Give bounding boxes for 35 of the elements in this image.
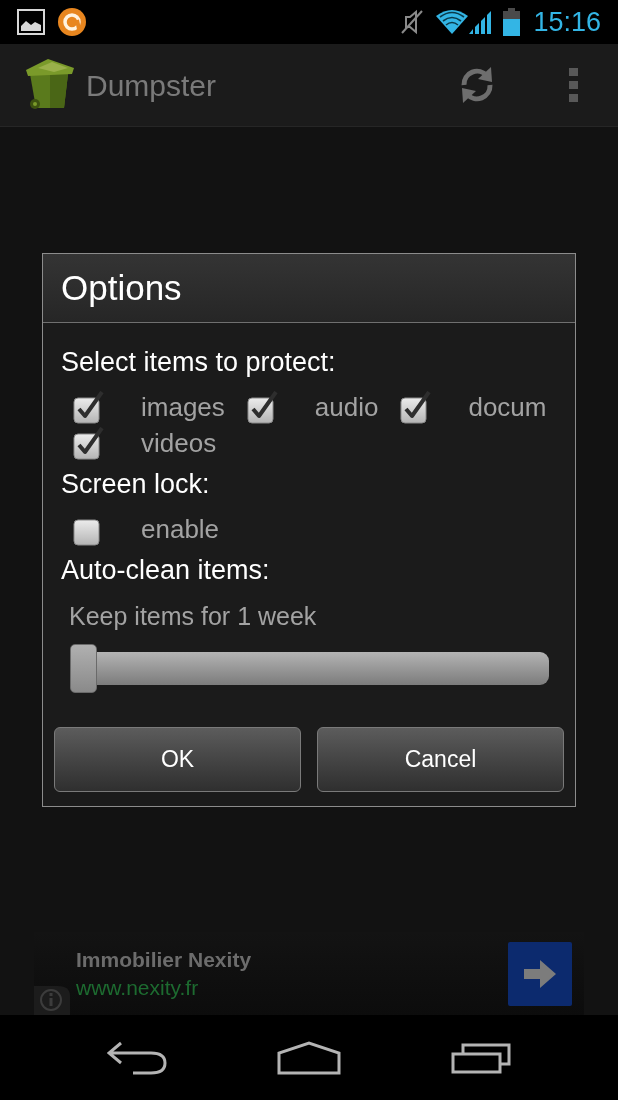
overflow-menu-icon[interactable] xyxy=(569,68,578,102)
circle-logo-icon xyxy=(57,7,87,37)
ad-url: www.nexity.fr xyxy=(76,974,200,1001)
section-heading: Screen lock: xyxy=(61,468,211,501)
ad-title: Immobilier Nexity xyxy=(76,946,252,973)
right-arrow-icon xyxy=(524,959,556,988)
dialog-button[interactable]: Cancel xyxy=(317,727,564,792)
picture-icon xyxy=(17,9,45,35)
ad-arrow-button[interactable] xyxy=(508,941,572,1006)
slider[interactable] xyxy=(70,644,549,693)
wifi-icon xyxy=(436,10,469,34)
checkbox-label: images xyxy=(141,390,225,424)
slider-thumb[interactable] xyxy=(70,644,97,693)
signal-icon xyxy=(469,10,494,34)
slider-label: Keep items for 1 week xyxy=(68,601,318,631)
dialog-title: Options xyxy=(61,266,182,309)
home-icon[interactable] xyxy=(277,1040,341,1075)
muted-speaker-icon xyxy=(400,9,425,35)
recent-apps-icon[interactable] xyxy=(451,1041,511,1074)
checkbox-label: videos xyxy=(141,426,217,460)
section-heading: Select items to protect: xyxy=(61,346,337,379)
checkbox-label: audio xyxy=(314,390,379,424)
checkbox-label: docum xyxy=(468,390,547,424)
checkbox[interactable] xyxy=(246,390,278,424)
checkbox[interactable] xyxy=(73,390,104,424)
app-title: Dumpster xyxy=(86,67,217,104)
trash-bin-icon xyxy=(24,58,76,112)
battery-icon xyxy=(503,8,521,36)
checkbox[interactable] xyxy=(400,390,432,424)
dialog-button[interactable]: OK xyxy=(54,727,301,792)
section-heading: Auto-clean items: xyxy=(61,554,271,587)
checkbox[interactable] xyxy=(73,426,104,460)
checkbox-label: enable xyxy=(141,512,220,546)
clock-time: 15:16 xyxy=(533,8,601,36)
back-icon[interactable] xyxy=(107,1040,167,1075)
